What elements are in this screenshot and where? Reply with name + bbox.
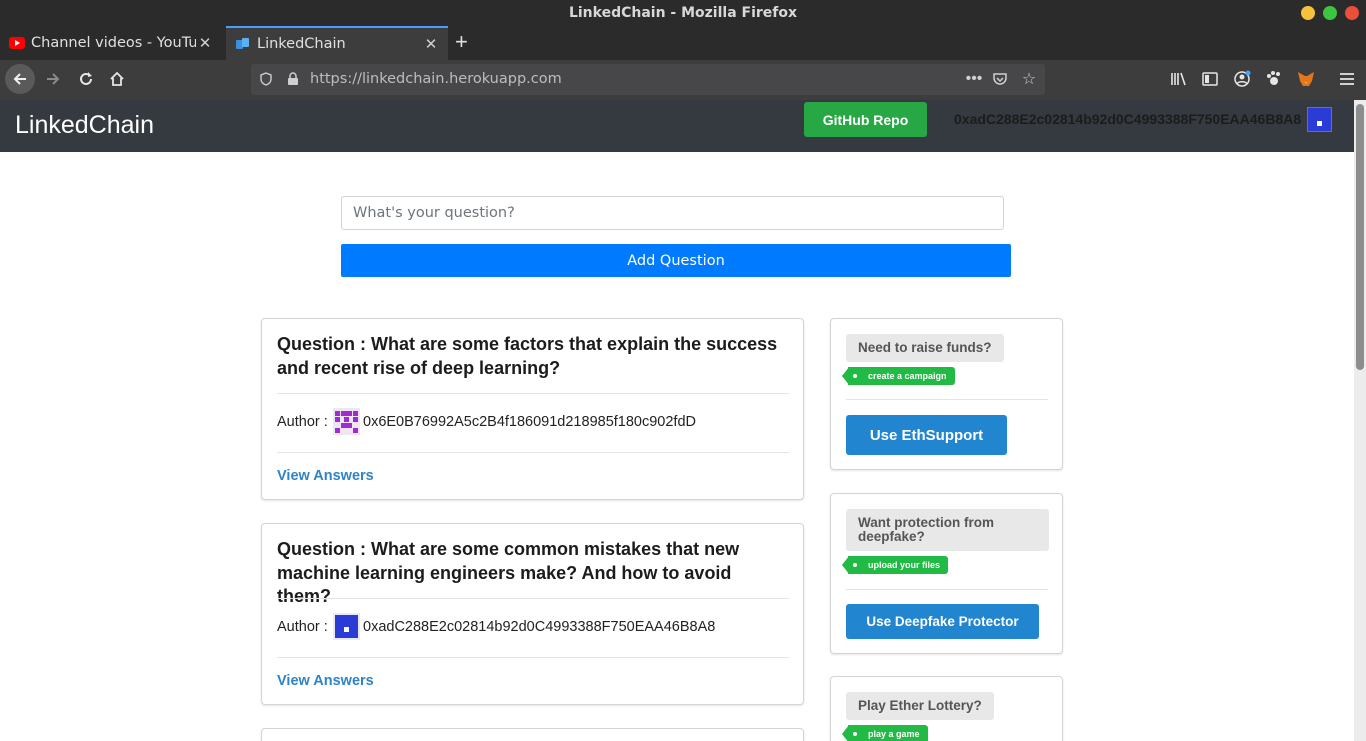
close-tab-icon[interactable]: ✕ — [196, 34, 214, 52]
maximize-button[interactable] — [1323, 6, 1337, 20]
tab-linkedchain[interactable]: LinkedChain ✕ — [226, 26, 448, 60]
url-text: https://linkedchain.herokuapp.com — [310, 71, 562, 87]
tab-youtube[interactable]: Channel videos - YouTube ✕ — [0, 26, 222, 60]
github-repo-button[interactable]: GitHub Repo — [804, 102, 927, 137]
author-avatar — [333, 613, 360, 640]
promo-card-ethsupport: Need to raise funds? create a campaign U… — [830, 318, 1063, 470]
brand-logo[interactable]: LinkedChain — [15, 111, 154, 140]
divider — [846, 589, 1048, 590]
hamburger-menu-icon[interactable] — [1332, 64, 1362, 94]
promo-tag: create a campaign — [842, 367, 955, 385]
app-navbar: LinkedChain GitHub Repo 0xadC288E2c02814… — [0, 100, 1354, 152]
lock-icon[interactable] — [284, 70, 302, 88]
author-avatar — [333, 408, 360, 435]
page-actions-icon[interactable]: ••• — [965, 70, 983, 88]
scrollbar-thumb[interactable] — [1356, 104, 1364, 370]
youtube-icon — [9, 35, 25, 51]
forward-icon[interactable] — [38, 64, 68, 94]
minimize-button[interactable] — [1301, 6, 1315, 20]
promo-tag: upload your files — [841, 556, 949, 574]
home-icon[interactable] — [102, 64, 132, 94]
author-label: Author : — [277, 413, 328, 430]
divider — [277, 657, 789, 658]
author-address: 0xadC288E2c02814b92d0C4993388F750EAA46B8… — [363, 618, 716, 635]
shield-icon[interactable] — [257, 70, 275, 88]
use-ethsupport-button[interactable]: Use EthSupport — [846, 415, 1007, 455]
question-input[interactable]: What's your question? — [341, 196, 1004, 230]
tab-strip: Channel videos - YouTube ✕ LinkedChain ✕… — [0, 26, 1366, 60]
extension-paw-icon[interactable] — [1259, 64, 1289, 94]
author-row: Author : 0x6E0B76992A5c2B4f186091d218985… — [277, 408, 696, 435]
question-card: Question : What are some factors that ex… — [261, 318, 804, 500]
promo-card-deepfake: Want protection from deepfake? upload yo… — [830, 493, 1063, 654]
new-tab-icon[interactable]: + — [455, 29, 468, 55]
view-answers-link[interactable]: View Answers — [277, 673, 374, 689]
promo-card-lottery: Play Ether Lottery? play a game — [830, 676, 1063, 741]
question-card: Question : What are some common mistakes… — [261, 523, 804, 705]
account-avatar — [1307, 107, 1332, 132]
reload-icon[interactable] — [71, 64, 101, 94]
page-scrollbar[interactable] — [1354, 100, 1366, 741]
view-answers-link[interactable]: View Answers — [277, 468, 374, 484]
author-address: 0x6E0B76992A5c2B4f186091d218985f180c902f… — [363, 413, 696, 430]
promo-heading: Want protection from deepfake? — [846, 509, 1049, 551]
library-icon[interactable] — [1164, 64, 1194, 94]
sidebar-icon[interactable] — [1195, 64, 1225, 94]
divider — [277, 598, 789, 599]
account-address: 0xadC288E2c02814b92d0C4993388F750EAA46B8… — [954, 111, 1302, 127]
metamask-fox-icon[interactable] — [1291, 64, 1321, 94]
navigation-toolbar: https://linkedchain.herokuapp.com ••• ☆ — [0, 60, 1366, 100]
window-title: LinkedChain - Mozilla Firefox — [568, 5, 798, 21]
question-card — [261, 728, 804, 741]
question-text: Question : What are some factors that ex… — [277, 334, 778, 378]
add-question-button[interactable]: Add Question — [341, 244, 1011, 277]
url-bar[interactable]: https://linkedchain.herokuapp.com ••• ☆ — [251, 64, 1045, 95]
promo-heading: Need to raise funds? — [846, 334, 1004, 362]
tab-label: LinkedChain — [257, 36, 346, 52]
account-icon[interactable] — [1227, 64, 1257, 94]
pocket-icon[interactable] — [991, 70, 1009, 88]
window-titlebar: LinkedChain - Mozilla Firefox — [0, 0, 1366, 26]
author-row: Author : 0xadC288E2c02814b92d0C4993388F7… — [277, 613, 715, 640]
bookmark-star-icon[interactable]: ☆ — [1020, 70, 1038, 88]
divider — [277, 452, 789, 453]
use-deepfake-protector-button[interactable]: Use Deepfake Protector — [846, 604, 1039, 639]
promo-tag: play a game — [842, 725, 928, 741]
back-icon[interactable] — [5, 64, 35, 94]
close-tab-icon[interactable]: ✕ — [422, 35, 440, 53]
close-window-button[interactable] — [1345, 6, 1359, 20]
author-label: Author : — [277, 618, 328, 635]
page-content: LinkedChain GitHub Repo 0xadC288E2c02814… — [0, 100, 1354, 741]
promo-heading: Play Ether Lottery? — [846, 692, 994, 720]
divider — [277, 393, 789, 394]
linkedchain-favicon — [235, 36, 251, 52]
tab-label: Channel videos - YouTube — [31, 35, 196, 51]
divider — [846, 399, 1048, 400]
